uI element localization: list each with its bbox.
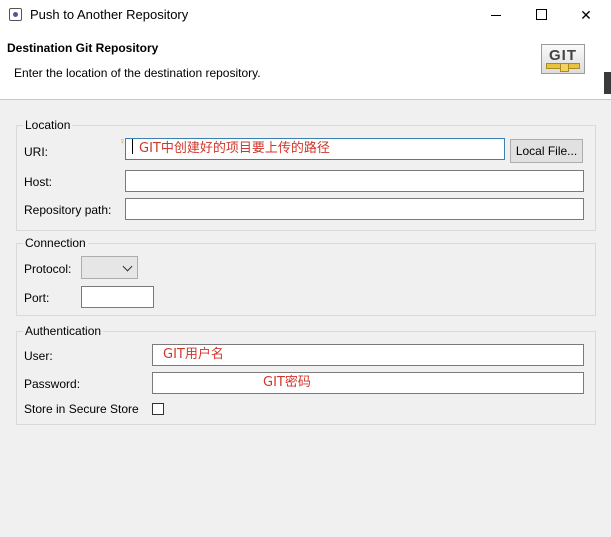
host-label: Host: <box>24 175 53 189</box>
uri-input[interactable]: GIT中创建好的项目要上传的路径 <box>125 138 505 160</box>
title-bar: Push to Another Repository ✕ <box>0 0 611 30</box>
host-input[interactable] <box>125 170 584 192</box>
location-group-title: Location <box>23 118 73 132</box>
port-label: Port: <box>24 291 50 305</box>
page-title: Destination Git Repository <box>7 41 159 55</box>
uri-value: GIT中创建好的项目要上传的路径 <box>139 141 330 156</box>
git-logo-node <box>560 63 569 72</box>
maximize-button[interactable] <box>518 0 564 30</box>
eclipse-app-icon <box>9 8 22 21</box>
local-file-button[interactable]: Local File... <box>510 139 583 163</box>
user-input[interactable]: GIT用户名 <box>152 344 584 366</box>
password-input[interactable]: GIT密码 <box>152 372 584 394</box>
user-label: User: <box>24 349 53 363</box>
page-description: Enter the location of the destination re… <box>14 66 261 80</box>
connection-group-title: Connection <box>23 236 88 250</box>
window-edge-shadow <box>604 72 611 94</box>
text-caret <box>132 139 133 154</box>
password-label: Password: <box>24 377 81 391</box>
minimize-icon <box>491 15 501 16</box>
repository-path-input[interactable] <box>125 198 584 220</box>
maximize-icon <box>536 9 547 20</box>
window-title: Push to Another Repository <box>30 7 189 22</box>
minimize-button[interactable] <box>473 0 519 30</box>
protocol-label: Protocol: <box>24 262 72 276</box>
close-icon: ✕ <box>580 7 592 23</box>
port-input[interactable] <box>81 286 154 308</box>
repository-path-label: Repository path: <box>24 203 112 217</box>
git-logo-icon: GIT <box>541 44 585 74</box>
git-logo-text: GIT <box>549 47 577 64</box>
close-button[interactable]: ✕ <box>563 0 609 30</box>
protocol-dropdown[interactable] <box>81 256 138 279</box>
store-secure-checkbox[interactable] <box>152 403 164 415</box>
wizard-banner: Destination Git Repository Enter the loc… <box>0 30 611 100</box>
authentication-group-title: Authentication <box>23 324 104 338</box>
chevron-down-icon <box>122 261 133 272</box>
store-secure-label: Store in Secure Store <box>24 402 139 416</box>
uri-label: URI: <box>24 145 48 159</box>
